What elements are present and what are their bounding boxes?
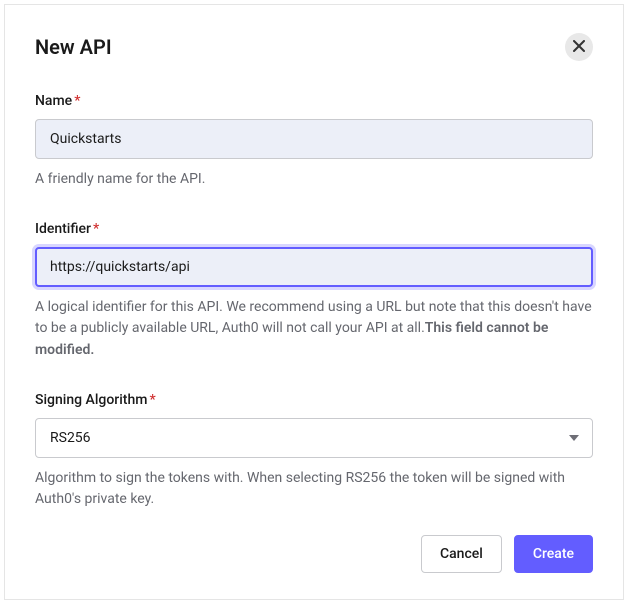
cancel-button[interactable]: Cancel [421, 535, 502, 573]
signing-label: Signing Algorithm* [35, 392, 593, 408]
signing-help-text: Algorithm to sign the tokens with. When … [35, 468, 593, 511]
signing-select[interactable]: RS256 [35, 418, 593, 458]
identifier-label: Identifier* [35, 221, 593, 237]
required-marker: * [74, 93, 80, 109]
identifier-input[interactable] [35, 247, 593, 287]
modal-header: New API [35, 33, 593, 61]
signing-select-wrapper: RS256 [35, 418, 593, 458]
signing-label-text: Signing Algorithm [35, 392, 147, 408]
identifier-help-text: A logical identifier for this API. We re… [35, 297, 593, 362]
close-icon [573, 40, 585, 55]
identifier-label-text: Identifier [35, 221, 91, 237]
signing-field-group: Signing Algorithm* RS256 Algorithm to si… [35, 392, 593, 511]
name-label-text: Name [35, 93, 72, 109]
required-marker: * [149, 392, 155, 408]
name-field-group: Name* A friendly name for the API. [35, 93, 593, 191]
required-marker: * [93, 221, 99, 237]
create-button[interactable]: Create [514, 535, 593, 573]
modal-footer: Cancel Create [421, 535, 593, 573]
identifier-field-group: Identifier* A logical identifier for thi… [35, 221, 593, 362]
name-help-text: A friendly name for the API. [35, 169, 593, 191]
new-api-modal: New API Name* A friendly name for the AP… [4, 4, 624, 600]
close-button[interactable] [565, 33, 593, 61]
name-input[interactable] [35, 119, 593, 159]
modal-title: New API [35, 35, 112, 59]
name-label: Name* [35, 93, 593, 109]
